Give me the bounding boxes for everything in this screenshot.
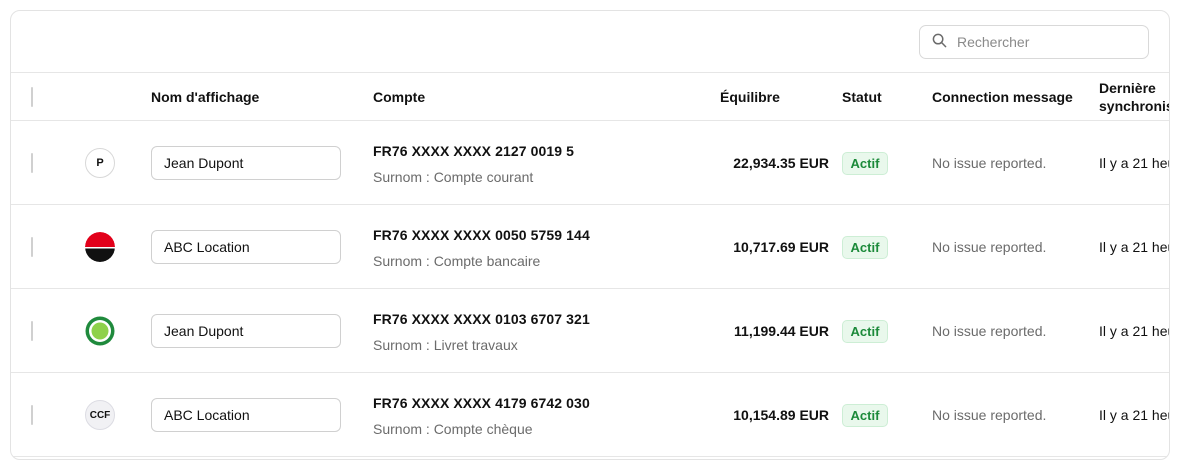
column-header-connection-message[interactable]: Connection message (932, 89, 1073, 105)
column-header-last-sync-line2: synchronisation (1099, 98, 1169, 114)
account-nickname: Surnom : Compte chèque (373, 421, 533, 437)
account-nickname: Surnom : Compte bancaire (373, 253, 541, 269)
status-badge: Actif (842, 152, 888, 175)
table-row: FR76 XXXX XXXX 0103 6707 321 Surnom : Li… (11, 289, 1169, 373)
display-name-input[interactable] (151, 398, 341, 432)
table-toolbar (11, 11, 1169, 73)
connection-message: No issue reported. (932, 155, 1047, 171)
column-header-balance[interactable]: Équilibre (720, 89, 780, 105)
bank-p-logo-icon: P (85, 148, 115, 178)
search-icon (932, 33, 947, 51)
account-balance: 22,934.35 EUR (733, 155, 829, 171)
column-header-last-sync-line1: Dernière (1099, 80, 1156, 96)
bank-red-black-logo-icon (85, 232, 115, 262)
accounts-table-card: Nom d'affichage Compte Équilibre Statut … (10, 10, 1170, 460)
last-sync-time: Il y a 21 heures (1099, 239, 1169, 255)
connection-message: No issue reported. (932, 239, 1047, 255)
row-select-handle[interactable] (31, 153, 33, 173)
display-name-input[interactable] (151, 230, 341, 264)
account-balance: 10,154.89 EUR (733, 407, 829, 423)
account-iban: FR76 XXXX XXXX 4179 6742 030 (373, 395, 590, 411)
status-badge: Actif (842, 236, 888, 259)
column-header-display-name[interactable]: Nom d'affichage (151, 89, 259, 105)
bank-logo-text: CCF (89, 409, 111, 421)
table-header: Nom d'affichage Compte Équilibre Statut … (11, 73, 1169, 121)
bank-logo-text: P (96, 157, 104, 169)
column-header-status[interactable]: Statut (842, 89, 882, 105)
column-header-account[interactable]: Compte (373, 89, 425, 105)
row-select-handle[interactable] (31, 405, 33, 425)
last-sync-time: Il y a 21 heures (1099, 323, 1169, 339)
table-row: CCF FR76 XXXX XXXX 4179 6742 030 Surnom … (11, 373, 1169, 457)
connection-message: No issue reported. (932, 323, 1047, 339)
last-sync-time: Il y a 21 heures (1099, 155, 1169, 171)
bank-ccf-logo-icon: CCF (85, 400, 115, 430)
account-balance: 10,717.69 EUR (733, 239, 829, 255)
account-iban: FR76 XXXX XXXX 2127 0019 5 (373, 143, 575, 159)
row-select-handle[interactable] (31, 237, 33, 257)
account-nickname: Surnom : Compte courant (373, 169, 534, 185)
status-badge: Actif (842, 320, 888, 343)
account-iban: FR76 XXXX XXXX 0103 6707 321 (373, 311, 590, 327)
account-nickname: Surnom : Livret travaux (373, 337, 518, 353)
search-input[interactable] (957, 34, 1137, 50)
account-balance: 11,199.44 EUR (734, 323, 829, 339)
row-select-handle[interactable] (31, 321, 33, 341)
column-header-last-sync[interactable]: Dernière synchronisation (1099, 79, 1169, 115)
display-name-input[interactable] (151, 314, 341, 348)
table-row: P FR76 XXXX XXXX 2127 0019 5 Surnom : Co… (11, 121, 1169, 205)
connection-message: No issue reported. (932, 407, 1047, 423)
bank-green-circle-logo-icon (85, 316, 115, 346)
status-badge: Actif (842, 404, 888, 427)
account-iban: FR76 XXXX XXXX 0050 5759 144 (373, 227, 590, 243)
last-sync-time: Il y a 21 heures (1099, 407, 1169, 423)
display-name-input[interactable] (151, 146, 341, 180)
search-box[interactable] (919, 25, 1149, 59)
row-select-handle[interactable] (31, 87, 33, 107)
table-row: FR76 XXXX XXXX 0050 5759 144 Surnom : Co… (11, 205, 1169, 289)
